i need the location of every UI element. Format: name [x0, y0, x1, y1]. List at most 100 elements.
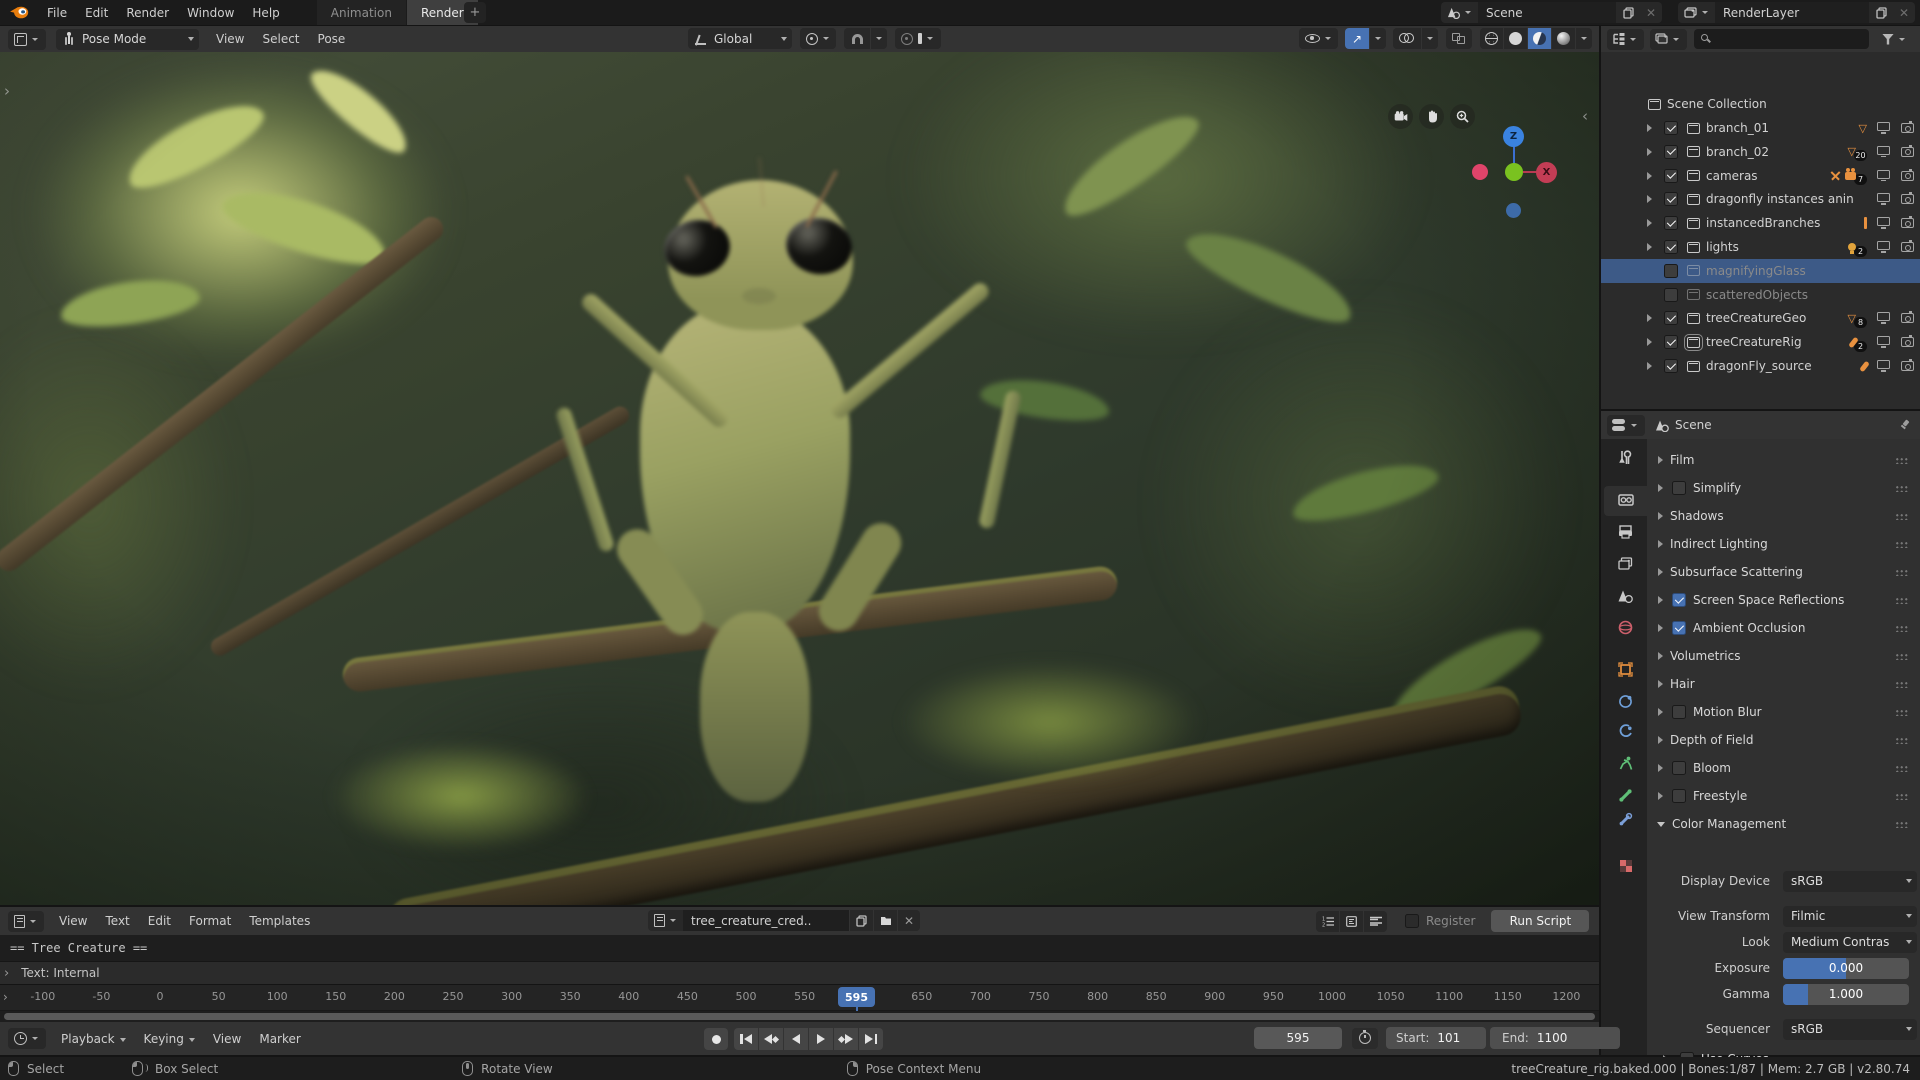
sequencer-select[interactable]: sRGB [1783, 1019, 1917, 1040]
text-datablock-name[interactable]: tree_creature_cred.. [683, 910, 849, 931]
panel-film[interactable]: Film [1647, 446, 1920, 474]
disable-in-render-icon[interactable] [1901, 123, 1914, 133]
viewport-canvas[interactable]: Z X ‹ › [0, 52, 1599, 905]
expand-icon[interactable] [1647, 124, 1652, 132]
collection-checkbox[interactable] [1664, 145, 1678, 159]
scene-name[interactable]: Scene [1478, 2, 1616, 23]
disable-in-render-icon[interactable] [1901, 194, 1914, 204]
expand-icon[interactable] [1647, 195, 1652, 203]
collection-checkbox[interactable] [1664, 311, 1678, 325]
register-checkbox[interactable] [1405, 914, 1419, 928]
collection-checkbox[interactable] [1664, 335, 1678, 349]
hide-in-viewport-icon[interactable] [1877, 241, 1890, 250]
text-menu-view[interactable]: View [50, 914, 96, 928]
outliner-row-branch_02[interactable]: branch_02▽20 [1601, 140, 1920, 164]
blender-logo-icon[interactable] [8, 4, 30, 21]
overlays-options-dropdown[interactable] [1422, 28, 1438, 49]
xray-toggle[interactable] [1446, 28, 1472, 49]
copy-render-layer-icon[interactable] [1869, 2, 1893, 23]
use-preview-range-button[interactable] [1352, 1028, 1378, 1049]
drag-handle-icon[interactable] [1895, 821, 1908, 828]
outliner-row-branch_01[interactable]: branch_01▽ [1601, 116, 1920, 140]
sidebar-collapse-icon[interactable]: ‹ [1582, 107, 1588, 125]
outliner-row-cameras[interactable]: cameras7 [1601, 164, 1920, 188]
expand-icon[interactable] [1647, 243, 1652, 251]
drag-handle-icon[interactable] [1895, 597, 1908, 604]
display-device-select[interactable]: sRGB [1783, 871, 1917, 892]
panel-subsurface-scattering[interactable]: Subsurface Scattering [1647, 558, 1920, 586]
gizmo-options-dropdown[interactable] [1370, 28, 1386, 49]
hide-in-viewport-icon[interactable] [1877, 122, 1890, 131]
panel-hair[interactable]: Hair [1647, 670, 1920, 698]
hide-in-viewport-icon[interactable] [1877, 217, 1890, 226]
drag-handle-icon[interactable] [1895, 793, 1908, 800]
hide-in-viewport-icon[interactable] [1877, 146, 1890, 155]
timeline-scrollbar[interactable] [0, 1011, 1599, 1022]
viewport-menu-view[interactable]: View [207, 32, 253, 46]
menu-render[interactable]: Render [117, 6, 178, 20]
unlink-text-icon[interactable]: ✕ [898, 910, 920, 931]
disable-in-render-icon[interactable] [1901, 313, 1914, 323]
expand-icon[interactable] [1647, 219, 1652, 227]
drag-handle-icon[interactable] [1895, 541, 1908, 548]
playback-menu-keying[interactable]: Keying [135, 1032, 204, 1046]
pivot-point-dropdown[interactable] [800, 28, 836, 49]
drag-handle-icon[interactable] [1895, 513, 1908, 520]
outliner-row-scatteredObjects[interactable]: scatteredObjects [1601, 283, 1920, 307]
outliner-filter-mode-button[interactable] [1650, 29, 1687, 50]
footer-expand-icon[interactable]: › [4, 966, 9, 981]
outliner-row-dragonFly_source[interactable]: dragonFly_source [1601, 354, 1920, 378]
snap-toggle[interactable] [844, 28, 870, 49]
collection-checkbox[interactable] [1664, 240, 1678, 254]
look-select[interactable]: Medium Contras [1783, 932, 1917, 953]
expand-icon[interactable] [1647, 172, 1652, 180]
disable-in-render-icon[interactable] [1901, 361, 1914, 371]
menu-window[interactable]: Window [178, 6, 243, 20]
disable-in-render-icon[interactable] [1901, 147, 1914, 157]
jump-to-end-button[interactable] [859, 1028, 883, 1050]
ruler-expand-icon[interactable]: › [3, 990, 8, 1004]
unlink-scene-icon[interactable]: ✕ [1640, 2, 1662, 23]
panel-volumetrics[interactable]: Volumetrics [1647, 642, 1920, 670]
collection-checkbox[interactable] [1664, 359, 1678, 373]
exposure-slider[interactable]: 0.000 [1783, 958, 1909, 979]
hide-in-viewport-icon[interactable] [1877, 360, 1890, 369]
collection-checkbox[interactable] [1664, 264, 1678, 278]
text-menu-format[interactable]: Format [180, 914, 240, 928]
panel-bloom[interactable]: Bloom [1647, 754, 1920, 782]
proportional-edit-dropdown[interactable] [895, 28, 941, 49]
playback-menu-view[interactable]: View [204, 1032, 250, 1046]
panel-checkbox[interactable] [1672, 761, 1686, 775]
drag-handle-icon[interactable] [1895, 737, 1908, 744]
drag-handle-icon[interactable] [1895, 765, 1908, 772]
open-text-icon[interactable] [874, 910, 897, 931]
next-keyframe-button[interactable] [834, 1028, 858, 1050]
drag-handle-icon[interactable] [1895, 485, 1908, 492]
panel-depth-of-field[interactable]: Depth of Field [1647, 726, 1920, 754]
mode-dropdown[interactable]: Pose Mode [56, 29, 199, 50]
panel-checkbox[interactable] [1672, 621, 1686, 635]
menu-edit[interactable]: Edit [76, 6, 117, 20]
panel-checkbox[interactable] [1672, 789, 1686, 803]
viewport-menu-pose[interactable]: Pose [309, 32, 355, 46]
pan-view-button[interactable] [1419, 104, 1444, 129]
viewport-menu-select[interactable]: Select [253, 32, 308, 46]
end-frame-field[interactable]: End: 1100 [1490, 1027, 1620, 1049]
text-editor-line[interactable]: == Tree Creature == [0, 935, 1599, 961]
outliner-row-magnifyingGlass[interactable]: magnifyingGlass [1601, 259, 1920, 283]
copy-text-icon[interactable] [850, 910, 873, 931]
pin-icon[interactable] [1900, 420, 1910, 430]
play-button[interactable] [809, 1028, 833, 1050]
panel-shadows[interactable]: Shadows [1647, 502, 1920, 530]
text-menu-text[interactable]: Text [96, 914, 138, 928]
collection-checkbox[interactable] [1664, 121, 1678, 135]
panel-simplify[interactable]: Simplify [1647, 474, 1920, 502]
outliner-row-treeCreatureRig[interactable]: treeCreatureRig2 [1601, 330, 1920, 354]
disable-in-render-icon[interactable] [1901, 171, 1914, 181]
outliner-search-input[interactable] [1694, 29, 1869, 49]
snap-options-dropdown[interactable] [871, 28, 887, 49]
toolbar-expand-icon[interactable]: › [4, 82, 10, 100]
playback-menu-marker[interactable]: Marker [250, 1032, 309, 1046]
drag-handle-icon[interactable] [1895, 681, 1908, 688]
panel-checkbox[interactable] [1672, 481, 1686, 495]
